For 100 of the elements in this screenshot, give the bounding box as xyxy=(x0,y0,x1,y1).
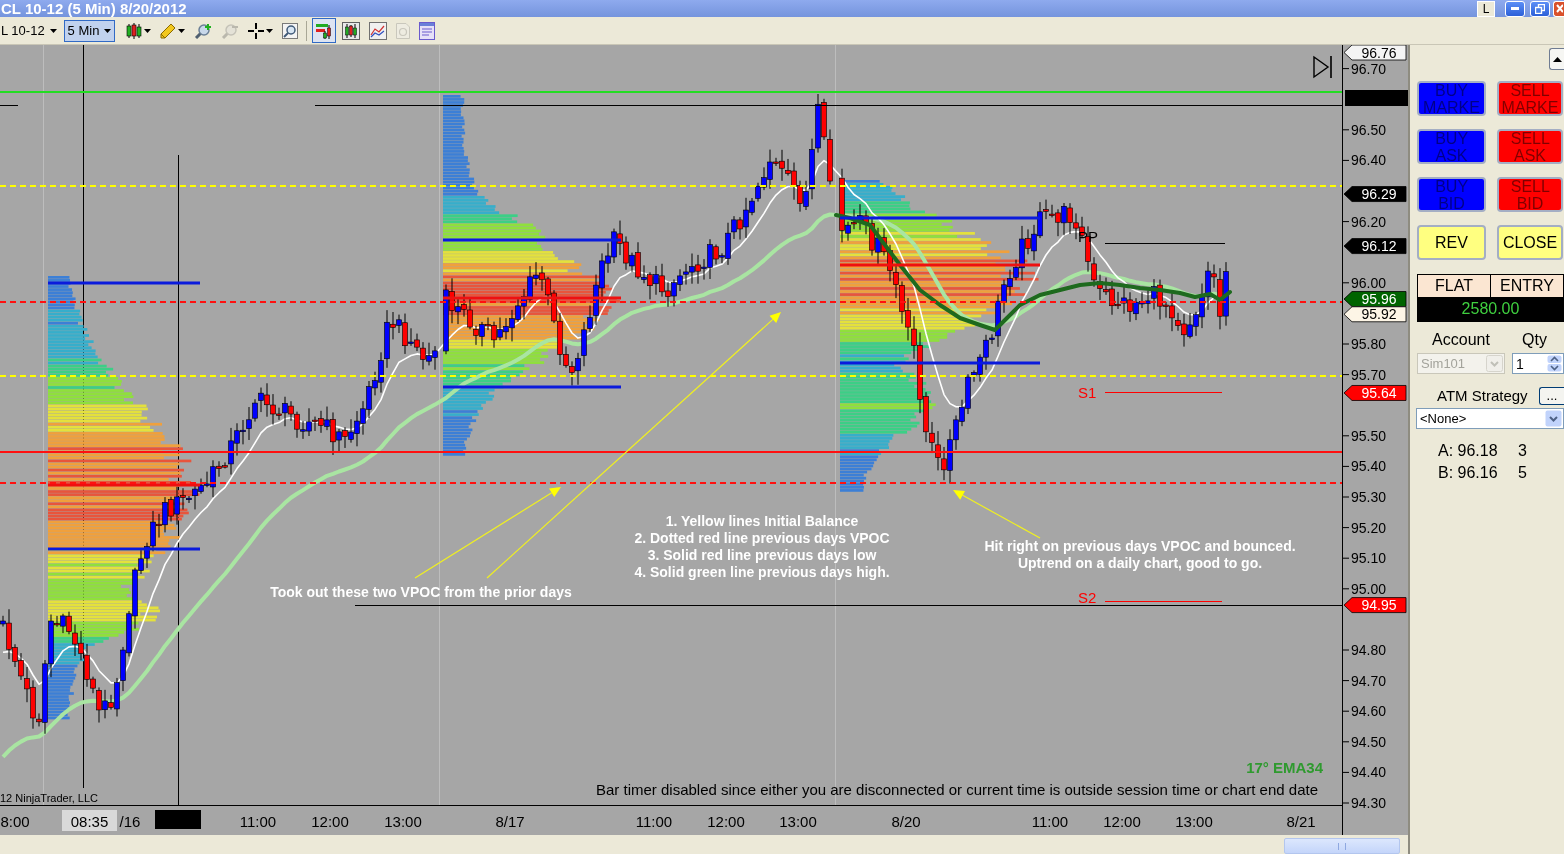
time-label: 13:00 xyxy=(384,812,422,830)
reference-line xyxy=(0,105,19,106)
chart-trader-button[interactable] xyxy=(312,18,337,43)
candles-frame-icon xyxy=(342,21,361,40)
indicator-label: 17° EMA34 xyxy=(1246,758,1323,776)
price-label: 96.70 xyxy=(1351,60,1387,77)
price-label: 94.50 xyxy=(1351,733,1387,750)
price-label: 96.20 xyxy=(1351,213,1387,230)
time-label: 12:00 xyxy=(311,812,349,830)
caret-icon xyxy=(144,28,152,33)
order-bars-icon xyxy=(315,21,334,40)
interval-dropdown[interactable]: 5 Min xyxy=(63,19,116,42)
caret-icon xyxy=(1486,355,1503,372)
copyright-text: 12 NinjaTrader, LLC xyxy=(0,792,99,804)
zoom-out-icon xyxy=(221,22,240,39)
scroll-up-button[interactable] xyxy=(1549,48,1564,70)
quantity-label: Qty xyxy=(1522,331,1547,349)
caret-icon xyxy=(1545,410,1562,427)
price-label: 95.70 xyxy=(1351,366,1387,383)
up-arrow-icon xyxy=(1552,56,1562,62)
quote-size: 5 xyxy=(1518,464,1527,482)
time-label: /16 xyxy=(119,812,141,830)
price-label: 95.00 xyxy=(1351,580,1387,597)
quote-price: A: 96.18 xyxy=(1438,442,1499,460)
caret-icon xyxy=(104,28,112,33)
restore-button[interactable] xyxy=(1530,0,1550,17)
zoom-in-icon xyxy=(194,22,213,39)
skip-to-end-icon[interactable] xyxy=(1313,55,1332,79)
close-icon xyxy=(1556,4,1563,13)
pivot-label: S2 xyxy=(1078,588,1097,606)
minimize-icon xyxy=(1511,7,1519,10)
time-label: 13:00 xyxy=(779,812,817,830)
price-marker: 95.92 xyxy=(1343,306,1407,323)
price-label: 94.80 xyxy=(1351,642,1387,658)
candles-icon xyxy=(126,22,143,39)
time-label: 8/20 xyxy=(891,812,921,830)
entry-header: ENTRY xyxy=(1499,276,1555,296)
time-label: 11:00 xyxy=(635,812,673,830)
price-label: 94.60 xyxy=(1351,703,1387,720)
time-label: 8/17 xyxy=(495,812,525,830)
caret-icon xyxy=(178,28,186,33)
line-chart-icon xyxy=(369,21,388,40)
spin-arrows-icon xyxy=(1547,355,1562,372)
account-label: Account xyxy=(1432,331,1490,349)
price-marker: 96.76 xyxy=(1343,45,1407,61)
annotation-text: Hit right on previous days VPOC and bounced. Uptrend on a daily chart, good to go. xyxy=(984,538,1296,571)
time-label: 12:00 xyxy=(1103,812,1141,830)
price-label: 96.00 xyxy=(1351,274,1387,291)
price-marker: 96.12 xyxy=(1343,238,1407,255)
time-label: 8/21 xyxy=(1286,812,1316,830)
quote-size: 3 xyxy=(1518,442,1527,460)
page-icon xyxy=(396,22,411,39)
price-label: 96.50 xyxy=(1351,121,1387,138)
time-label: 11:00 xyxy=(1031,812,1069,830)
price-label: 94.70 xyxy=(1351,672,1387,689)
empty-time-tag xyxy=(155,810,201,829)
price-marker: 95.96 xyxy=(1343,291,1407,308)
time-label: 12:00 xyxy=(707,812,745,830)
time-label: 11:00 xyxy=(239,812,277,830)
price-label: 95.10 xyxy=(1351,550,1387,567)
price-label: 95.40 xyxy=(1351,458,1387,475)
caret-icon xyxy=(49,28,57,33)
horizontal-scrollbar[interactable] xyxy=(1284,838,1400,854)
annotation-text: 1. Yellow lines Initial Balance 2. Dotted red line previous days VPOC 3. Solid red line previous days low 4. Solid green line previous days high. xyxy=(634,513,890,580)
crosshair-icon xyxy=(248,22,265,39)
reverse-button[interactable]: REV xyxy=(1417,225,1486,260)
pencil-icon xyxy=(160,22,177,39)
quote-price: B: 96.16 xyxy=(1438,464,1499,482)
price-marker: 94.95 xyxy=(1343,597,1407,614)
atm-strategy-dropdown[interactable]: <None> xyxy=(1416,408,1564,429)
time-label: 8:00 xyxy=(0,812,30,830)
search-icon xyxy=(282,22,299,39)
price-marker: 96.29 xyxy=(1343,186,1407,203)
close-button[interactable] xyxy=(1553,0,1564,17)
price-label: 94.40 xyxy=(1351,764,1387,781)
price-marker: 95.64 xyxy=(1343,384,1407,401)
instrument-dropdown[interactable]: L 10-12 xyxy=(0,19,61,42)
profit-loss-value: 2580.00 xyxy=(1418,297,1563,321)
pivot-label: S1 xyxy=(1078,383,1097,401)
price-label: 95.20 xyxy=(1351,519,1387,536)
caret-icon xyxy=(266,28,274,33)
bar-timer-message: Bar timer disabled since either you are disconnected or current time is outside session time or chart end date xyxy=(595,780,1318,798)
empty-price-tag xyxy=(1345,90,1408,106)
price-label: 95.50 xyxy=(1351,427,1387,444)
quantity-spinner[interactable]: 1 xyxy=(1512,353,1564,374)
atm-strategy-button[interactable]: ... xyxy=(1539,386,1564,405)
price-label: 96.40 xyxy=(1351,152,1387,169)
minimize-button[interactable] xyxy=(1505,0,1525,17)
cursor-time-tag: 08:35 xyxy=(62,810,117,831)
price-label: 94.30 xyxy=(1351,795,1387,811)
close-position-button[interactable]: CLOSE xyxy=(1497,225,1563,260)
price-label: 95.30 xyxy=(1351,489,1387,505)
atm-strategy-label: ATM Strategy xyxy=(1436,387,1528,404)
restore-icon xyxy=(1535,3,1545,14)
time-label: 13:00 xyxy=(1175,812,1213,830)
layout-button[interactable]: L xyxy=(1477,0,1495,17)
price-label: 95.80 xyxy=(1351,336,1387,352)
annotation-text: Took out these two VPOC from the prior days xyxy=(270,584,572,600)
window-title: CL 10-12 (5 Min) 8/20/2012 xyxy=(0,0,187,17)
window-icon xyxy=(419,21,436,40)
